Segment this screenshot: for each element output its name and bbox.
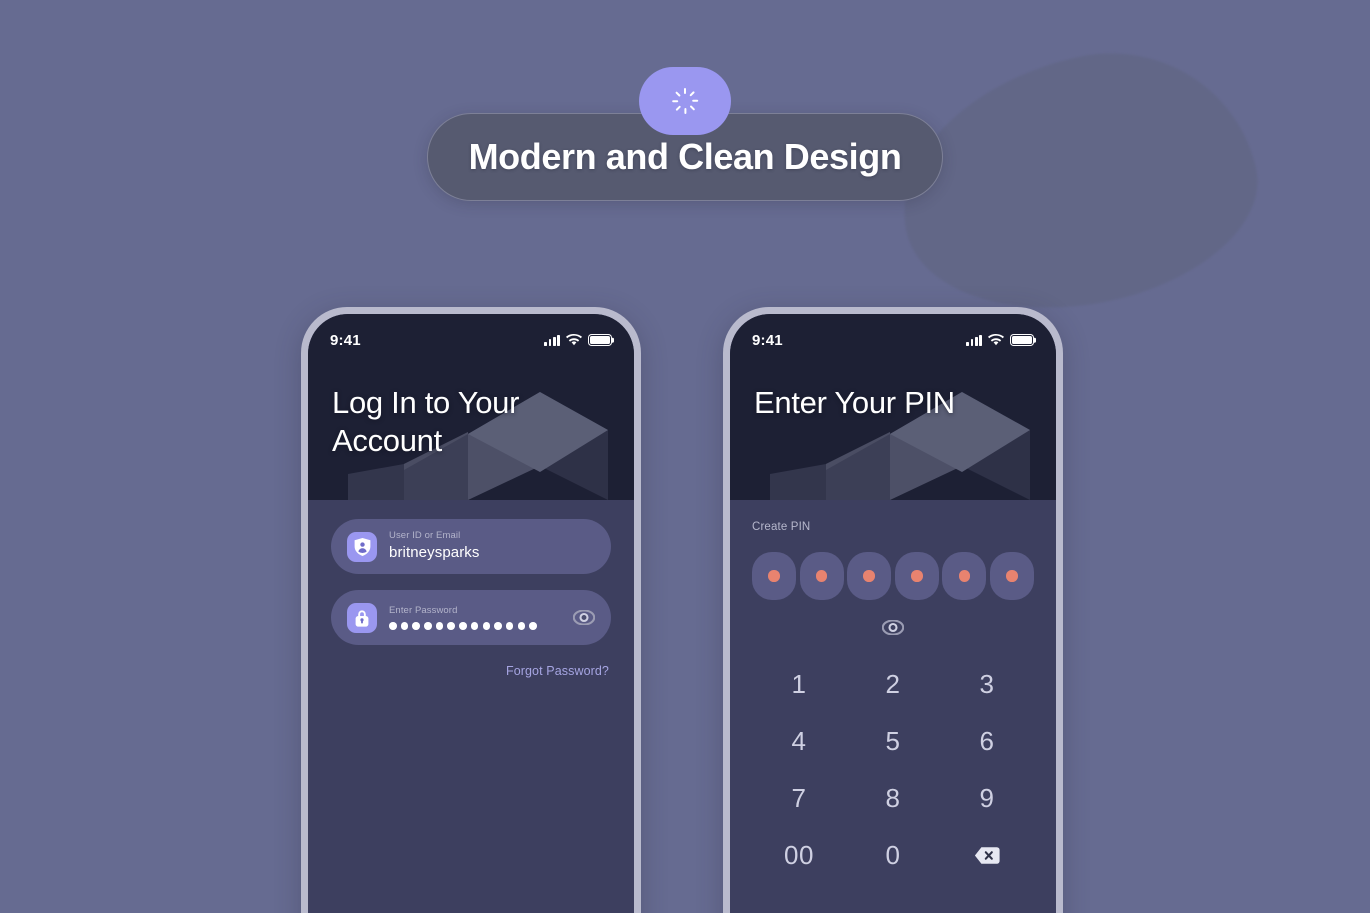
keypad-backspace-icon[interactable] (940, 837, 1034, 874)
pin-code-boxes[interactable] (752, 552, 1034, 600)
login-hero: 9:41 Log In to Your Account (308, 314, 634, 500)
login-status-bar: 9:41 (308, 314, 634, 366)
status-icon-group (544, 334, 612, 346)
status-time: 9:41 (752, 331, 783, 349)
wifi-icon (988, 334, 1004, 346)
keypad-key-9[interactable]: 9 (940, 780, 1034, 817)
pin-page-title: Enter Your PIN (754, 385, 955, 420)
keypad-key-8[interactable]: 8 (846, 780, 940, 817)
banner-badge (639, 67, 731, 135)
lock-icon (347, 602, 377, 633)
create-pin-label: Create PIN (752, 521, 811, 533)
forgot-password-link[interactable]: Forgot Password? (506, 664, 609, 678)
showcase-banner: Modern and Clean Design (0, 67, 1370, 201)
keypad-key-00[interactable]: 00 (752, 837, 846, 874)
pin-digit-box[interactable] (942, 552, 987, 600)
keypad-key-4[interactable]: 4 (752, 723, 846, 760)
keypad-key-0[interactable]: 0 (846, 837, 940, 874)
pin-screen: 9:41 Enter Your PIN Create PIN 1 2 3 4 5… (730, 314, 1056, 913)
pin-entry-panel: Create PIN 1 2 3 4 5 6 7 8 9 00 0 (730, 500, 1056, 874)
battery-full-icon (588, 334, 612, 346)
user-id-field[interactable]: User ID or Email britneysparks (331, 519, 611, 574)
wifi-icon (566, 334, 582, 346)
user-id-value: britneysparks (389, 544, 480, 562)
keypad-key-1[interactable]: 1 (752, 666, 846, 703)
pin-hero: 9:41 Enter Your PIN (730, 314, 1056, 500)
password-field[interactable]: Enter Password (331, 590, 611, 645)
password-masked-value (389, 622, 563, 630)
login-page-title: Log In to Your Account (332, 385, 520, 459)
password-label: Enter Password (389, 605, 458, 617)
keypad-key-3[interactable]: 3 (940, 666, 1034, 703)
battery-full-icon (1010, 334, 1034, 346)
pin-reveal-eye-icon[interactable] (881, 619, 905, 640)
pin-status-bar: 9:41 (730, 314, 1056, 366)
user-id-text-group: User ID or Email britneysparks (389, 530, 595, 562)
design-showcase-canvas: Modern and Clean Design 9:41 Log In to Y… (0, 0, 1370, 913)
login-screen: 9:41 Log In to Your Account User ID or E… (308, 314, 634, 913)
phone-mockup-login: 9:41 Log In to Your Account User ID or E… (301, 307, 641, 913)
login-form: User ID or Email britneysparks Enter Pas… (308, 500, 634, 680)
pin-digit-box[interactable] (894, 552, 939, 600)
status-icon-group (966, 334, 1034, 346)
keypad-key-2[interactable]: 2 (846, 666, 940, 703)
loading-spinner-icon (672, 88, 699, 114)
numeric-keypad[interactable]: 1 2 3 4 5 6 7 8 9 00 0 (752, 666, 1034, 874)
pin-reveal-row (752, 619, 1034, 640)
signal-bars-icon (966, 334, 982, 346)
banner-title: Modern and Clean Design (468, 136, 902, 177)
password-text-group: Enter Password (389, 605, 563, 630)
keypad-key-5[interactable]: 5 (846, 723, 940, 760)
user-shield-icon (347, 531, 377, 562)
pin-digit-box[interactable] (752, 552, 796, 600)
keypad-key-6[interactable]: 6 (940, 723, 1034, 760)
pin-digit-box[interactable] (799, 552, 844, 600)
forgot-password-row: Forgot Password? (331, 661, 611, 680)
pin-digit-box[interactable] (989, 552, 1034, 600)
signal-bars-icon (544, 334, 560, 346)
pin-digit-box[interactable] (847, 552, 892, 600)
user-id-label: User ID or Email (389, 530, 461, 542)
password-reveal-eye-icon[interactable] (573, 607, 595, 629)
keypad-key-7[interactable]: 7 (752, 780, 846, 817)
status-time: 9:41 (330, 331, 361, 349)
phone-mockup-pin: 9:41 Enter Your PIN Create PIN 1 2 3 4 5… (723, 307, 1063, 913)
